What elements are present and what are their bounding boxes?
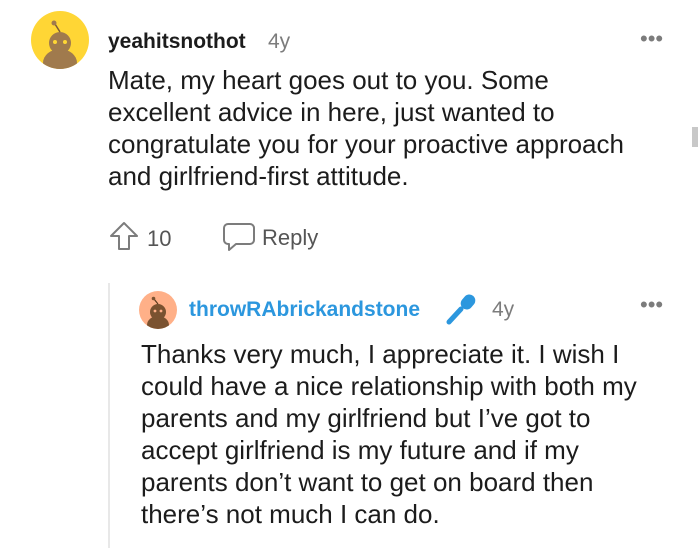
reply-line: parents and my girlfriend but I’ve got t… xyxy=(141,403,591,433)
speech-bubble-icon[interactable] xyxy=(222,220,256,252)
reply-age: 4y xyxy=(492,298,515,321)
vote-count: 10 xyxy=(147,226,172,251)
reply-line: accept girlfriend is my future and if my xyxy=(141,435,579,465)
reply-body: Thanks very much, I appreciate it. I wis… xyxy=(141,338,686,530)
comment-line: Mate, my heart goes out to you. Some xyxy=(108,65,549,95)
microphone-icon xyxy=(444,291,480,327)
reply-line: Thanks very much, I appreciate it. I wis… xyxy=(141,339,620,369)
comment-more-button[interactable]: ••• xyxy=(640,26,663,52)
comment-username[interactable]: yeahitsnothot xyxy=(108,30,246,54)
comment-line: congratulate you for your proactive appr… xyxy=(108,129,624,159)
reply-more-button[interactable]: ••• xyxy=(640,292,663,318)
comment-age: 4y xyxy=(268,30,291,53)
comment-line: and girlfriend-first attitude. xyxy=(108,161,409,191)
upvote-arrow-icon[interactable] xyxy=(109,220,139,252)
reply-line: parents don’t want to get on board then xyxy=(141,467,594,497)
commenter-avatar[interactable] xyxy=(31,11,89,69)
reply-button[interactable]: Reply xyxy=(262,225,318,251)
comment-body: Mate, my heart goes out to you. Some exc… xyxy=(108,64,678,192)
reply-username[interactable]: throwRAbrickandstone xyxy=(189,298,420,322)
reply-line: could have a nice relationship with both… xyxy=(141,371,637,401)
comment-line: excellent advice in here, just wanted to xyxy=(108,97,555,127)
scrollbar-thumb[interactable] xyxy=(692,127,698,147)
thread-line[interactable] xyxy=(108,283,110,548)
reply-line: there’s not much I can do. xyxy=(141,499,440,529)
reply-avatar[interactable] xyxy=(139,291,177,329)
